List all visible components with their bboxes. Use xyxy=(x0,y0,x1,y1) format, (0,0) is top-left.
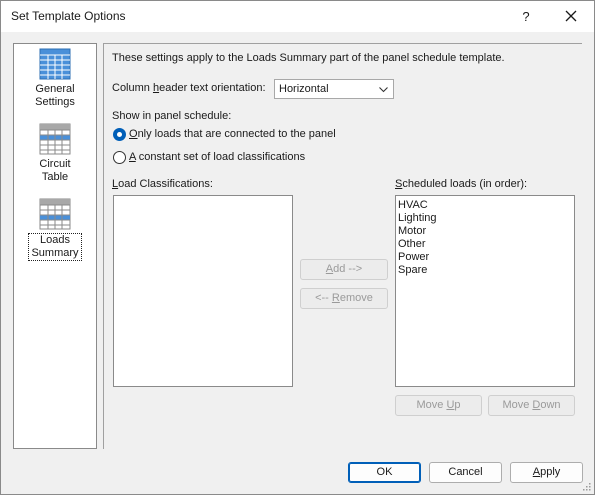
load-classifications-label: Load Classifications: xyxy=(112,178,213,190)
nav-label-general: General Settings xyxy=(14,83,96,109)
nav-label-line1: General xyxy=(35,83,75,95)
close-icon xyxy=(565,10,577,22)
description-text: These settings apply to the Loads Summar… xyxy=(112,52,505,64)
nav-label-line2: Table xyxy=(41,171,69,183)
window-title: Set Template Options xyxy=(11,9,126,23)
list-item[interactable]: Lighting xyxy=(396,212,574,225)
resize-grip-icon[interactable] xyxy=(581,481,591,491)
nav-label-loads: Loads Summary xyxy=(28,233,82,261)
nav-label-line1: Loads xyxy=(40,234,70,246)
nav-label-circuit: Circuit Table xyxy=(14,158,96,184)
orientation-value: Horizontal xyxy=(279,83,329,95)
radio-constant-set[interactable] xyxy=(113,151,126,164)
move-down-button[interactable]: Move Down xyxy=(488,395,575,416)
nav-item-general-settings[interactable]: General Settings xyxy=(14,48,96,109)
general-settings-table-icon xyxy=(39,48,71,80)
help-button[interactable]: ? xyxy=(511,4,541,29)
scheduled-loads-label: Scheduled loads (in order): xyxy=(395,178,528,190)
circuit-table-icon xyxy=(39,123,71,155)
apply-button[interactable]: Apply xyxy=(510,462,583,483)
move-up-button[interactable]: Move Up xyxy=(395,395,482,416)
orientation-dropdown[interactable]: Horizontal xyxy=(274,79,394,99)
show-in-schedule-label: Show in panel schedule: xyxy=(112,110,232,122)
ok-button[interactable]: OK xyxy=(348,462,421,483)
options-nav-panel: General Settings Circuit Table Loads Sum… xyxy=(13,43,97,449)
list-item[interactable]: Motor xyxy=(396,225,574,238)
nav-item-circuit-table[interactable]: Circuit Table xyxy=(14,123,96,184)
load-classifications-list[interactable] xyxy=(113,195,293,387)
add-button[interactable]: Add --> xyxy=(300,259,388,280)
chevron-down-icon xyxy=(379,87,388,93)
remove-button[interactable]: <-- Remove xyxy=(300,288,388,309)
radio-constant-set-label[interactable]: A constant set of load classifications xyxy=(129,151,305,163)
radio-connected-loads[interactable] xyxy=(113,128,126,141)
scheduled-loads-list[interactable]: HVAC Lighting Motor Other Power Spare xyxy=(395,195,575,387)
list-item[interactable]: Other xyxy=(396,238,574,251)
nav-label-line2: Summary xyxy=(31,247,79,259)
loads-summary-table-icon xyxy=(39,198,71,230)
nav-item-loads-summary[interactable]: Loads Summary xyxy=(14,198,96,261)
orientation-label: Column header text orientation: xyxy=(112,82,266,94)
cancel-button[interactable]: Cancel xyxy=(429,462,502,483)
list-item[interactable]: HVAC xyxy=(396,199,574,212)
set-template-options-dialog: Set Template Options ? General Settings xyxy=(0,0,595,495)
nav-label-line1: Circuit xyxy=(39,158,71,170)
title-bar: Set Template Options ? xyxy=(1,1,594,32)
list-item[interactable]: Power xyxy=(396,251,574,264)
close-button[interactable] xyxy=(554,4,588,29)
nav-label-line2: Settings xyxy=(35,96,75,108)
radio-connected-loads-label[interactable]: Only loads that are connected to the pan… xyxy=(129,128,336,140)
list-item[interactable]: Spare xyxy=(396,264,574,277)
